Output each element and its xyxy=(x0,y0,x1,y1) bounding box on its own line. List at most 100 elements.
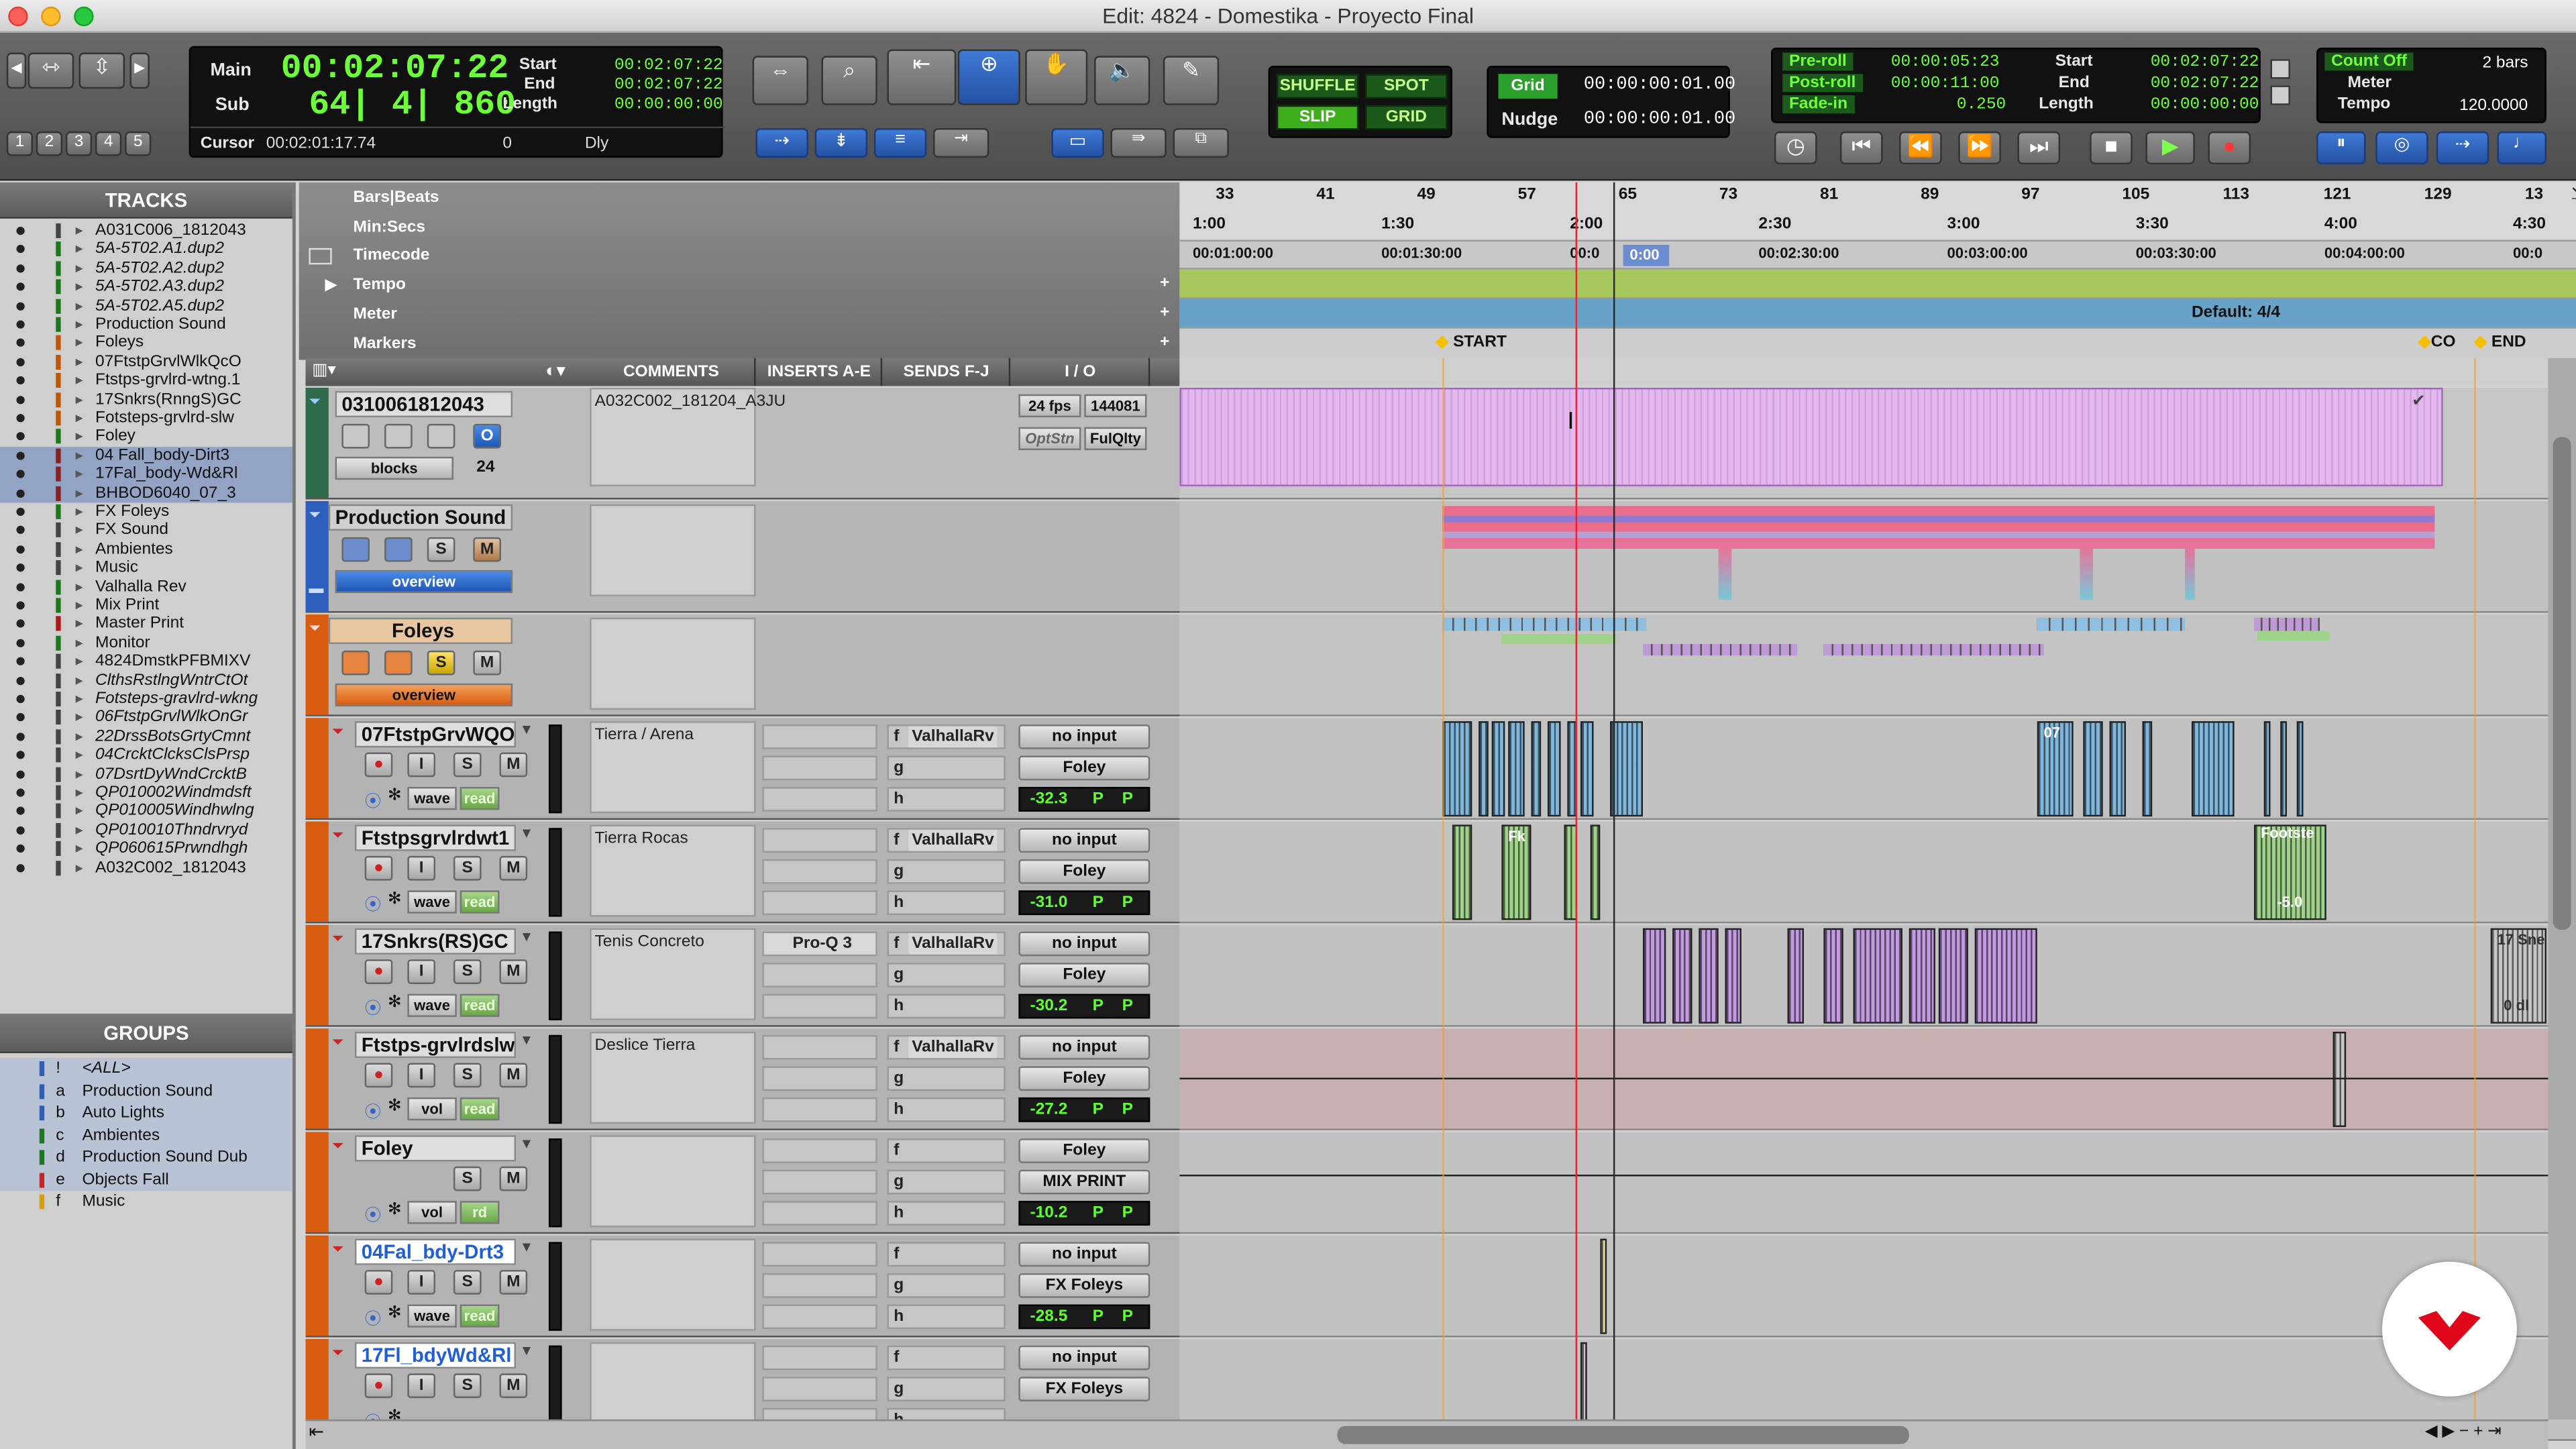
insert-slot[interactable] xyxy=(762,1034,877,1060)
automation-mode[interactable]: read xyxy=(460,1304,500,1328)
track-collapse-icon[interactable]: ⏷ xyxy=(332,723,344,741)
insert-slot[interactable] xyxy=(762,1304,877,1330)
selection-start[interactable]: 00:02:07:22 xyxy=(614,58,723,76)
production-record-button[interactable] xyxy=(341,537,370,562)
track-visibility-dot[interactable] xyxy=(16,376,25,385)
link-timeline-icon[interactable]: ⇢ xyxy=(755,128,808,158)
mute-button[interactable]: M xyxy=(499,1270,528,1295)
audio-clip[interactable] xyxy=(1600,1238,1607,1334)
solo-button[interactable]: S xyxy=(453,959,482,984)
insertion-follows-icon[interactable]: ≡ xyxy=(873,128,927,158)
pencil-icon[interactable]: ✎ xyxy=(1163,56,1220,105)
transport-start-value[interactable]: 00:02:07:22 xyxy=(2151,54,2259,72)
send-slot[interactable]: g xyxy=(887,859,1006,884)
scroll-left-button[interactable]: ◂ xyxy=(6,52,27,89)
markers-ruler-label[interactable]: Markers xyxy=(354,335,417,354)
track-list-item[interactable]: ▸ 4824DmstkPFBMIXV xyxy=(0,653,292,672)
automation-mode[interactable]: read xyxy=(460,787,500,810)
spot-mode-button[interactable]: SPOT xyxy=(1365,74,1448,99)
grabber-hand-icon[interactable]: ✋ xyxy=(1025,49,1088,105)
marker-end[interactable]: ◆ END xyxy=(2474,333,2526,352)
video-fps[interactable]: 24 fps xyxy=(1018,394,1081,418)
video-lane[interactable]: ✔ Ⅰ xyxy=(1179,387,2576,500)
sends-column-header[interactable]: SENDS F-J xyxy=(883,358,1011,386)
link-track-icon[interactable]: ⇟ xyxy=(814,128,868,158)
send-slot[interactable]: g xyxy=(887,963,1006,987)
track-name[interactable]: 17Fl_bdyWd&Rl xyxy=(354,1342,516,1369)
record-enable-button[interactable]: ● xyxy=(364,1373,393,1399)
track-comment[interactable]: Tierra / Arena xyxy=(590,721,756,814)
track-list-item[interactable]: ▸ A032C002_1812043 xyxy=(0,859,292,877)
track-list-item[interactable]: ▸ 07FtstpGrvlWlkQcO xyxy=(0,353,292,372)
transport-option-1[interactable] xyxy=(2270,59,2290,79)
fast-forward-icon[interactable]: ⏩ xyxy=(1958,131,2001,164)
timecode-split[interactable]: 0:00 xyxy=(1623,244,1670,266)
track-visibility-dot[interactable] xyxy=(16,545,25,553)
zoom-window-button[interactable] xyxy=(74,6,94,27)
video-optstn[interactable]: OptStn xyxy=(1018,427,1081,451)
audio-clip[interactable] xyxy=(2109,721,2127,817)
insert-slot[interactable] xyxy=(762,1201,877,1226)
tab-to-transient-icon[interactable]: ⇥ xyxy=(933,128,989,158)
track-name[interactable]: Ftstps-grvlrdslw xyxy=(354,1031,516,1059)
track-list-item[interactable]: ▸ 5A-5T02.A5.dup2 xyxy=(0,297,292,315)
track-list-item[interactable]: ▸ FX Foleys xyxy=(0,502,292,521)
track-view-selector[interactable]: wave xyxy=(407,890,457,914)
track-list-item[interactable]: ▸ QP010010Thndrvryd xyxy=(0,821,292,840)
send-slot[interactable]: f ValhallaRv xyxy=(887,828,1006,853)
production-track-name[interactable]: Production Sound xyxy=(328,504,513,531)
track-collapse-icon[interactable]: ⏷ xyxy=(332,1033,344,1051)
track-name-menu-icon[interactable]: ▾ xyxy=(523,824,531,843)
audio-lane[interactable]: Footste -5.0 Fk xyxy=(1179,821,2576,924)
volume-automation-line[interactable] xyxy=(1179,1175,2576,1177)
volume-value[interactable]: -32.3 P P xyxy=(1018,787,1150,812)
track-visibility-dot[interactable] xyxy=(16,807,25,816)
count-off-button[interactable]: Count Off xyxy=(2324,52,2414,71)
track-visibility-dot[interactable] xyxy=(16,713,25,722)
shuffle-mode-button[interactable]: SHUFFLE xyxy=(1276,74,1359,99)
foleys-mute-button[interactable]: M xyxy=(473,650,501,676)
track-list-item[interactable]: ▸ 5A-5T02.A2.dup2 xyxy=(0,259,292,278)
audio-clip[interactable] xyxy=(1442,721,1472,817)
groups-panel-header[interactable]: GROUPS xyxy=(0,1014,292,1053)
track-visibility-dot[interactable] xyxy=(16,488,25,498)
track-list-item[interactable]: ▸ A031C006_1812043 xyxy=(0,222,292,241)
zoom-preset-4[interactable]: 4 xyxy=(95,131,122,156)
audio-lane[interactable] xyxy=(1179,1132,2576,1234)
add-meter-icon[interactable]: + xyxy=(1160,304,1169,322)
slip-mode-button[interactable]: SLIP xyxy=(1276,105,1359,130)
zoom-preset-3[interactable]: 3 xyxy=(65,131,93,156)
track-list-item[interactable]: ▸ Monitor xyxy=(0,634,292,653)
track-view-selector[interactable]: wave xyxy=(407,994,457,1017)
output-selector[interactable]: Foley xyxy=(1018,963,1150,987)
track-collapse-icon[interactable]: ⏷ xyxy=(309,392,321,411)
grid-mode-button[interactable]: GRID xyxy=(1365,105,1448,130)
track-visibility-dot[interactable] xyxy=(16,395,25,404)
audio-clip[interactable] xyxy=(2263,721,2271,817)
mirror-midi-icon[interactable]: ⇛ xyxy=(1110,128,1167,158)
postroll-label[interactable]: Post-roll xyxy=(1782,74,1863,93)
track-collapse-icon[interactable]: ⏷ xyxy=(332,826,344,845)
io-column-header[interactable]: I / O xyxy=(1012,358,1150,386)
scroll-right-button[interactable]: ▸ xyxy=(129,52,150,89)
send-slot[interactable]: g xyxy=(887,1273,1006,1298)
group-item[interactable]: b Auto Lights xyxy=(0,1102,292,1125)
timebase-icon[interactable]: ✻ xyxy=(388,994,402,1012)
output-selector[interactable]: FX Foleys xyxy=(1018,1377,1150,1401)
solo-button[interactable]: S xyxy=(453,855,482,881)
video-solo-button[interactable] xyxy=(384,423,413,449)
audio-clip[interactable] xyxy=(2280,721,2288,817)
keyboard-focus-icon[interactable]: ▭ xyxy=(1051,128,1104,158)
track-list-item[interactable]: ▸ QP010002Windmdsft xyxy=(0,784,292,802)
track-comment[interactable]: Tierra Rocas xyxy=(590,824,756,917)
minsecs-ruler-label[interactable]: Min:Secs xyxy=(354,219,426,237)
foleys-overview-4[interactable] xyxy=(1823,644,2044,656)
close-window-button[interactable] xyxy=(8,6,28,27)
playhead-line[interactable] xyxy=(1613,182,1615,1432)
group-item[interactable]: e Objects Fall xyxy=(0,1169,292,1191)
track-list-item[interactable]: ▸ 5A-5T02.A3.dup2 xyxy=(0,278,292,297)
foleys-overview-6[interactable] xyxy=(2254,617,2320,631)
input-selector[interactable]: Foley xyxy=(1018,1138,1150,1163)
grid-label[interactable]: Grid xyxy=(1498,74,1558,99)
solo-button[interactable]: S xyxy=(453,1373,482,1399)
